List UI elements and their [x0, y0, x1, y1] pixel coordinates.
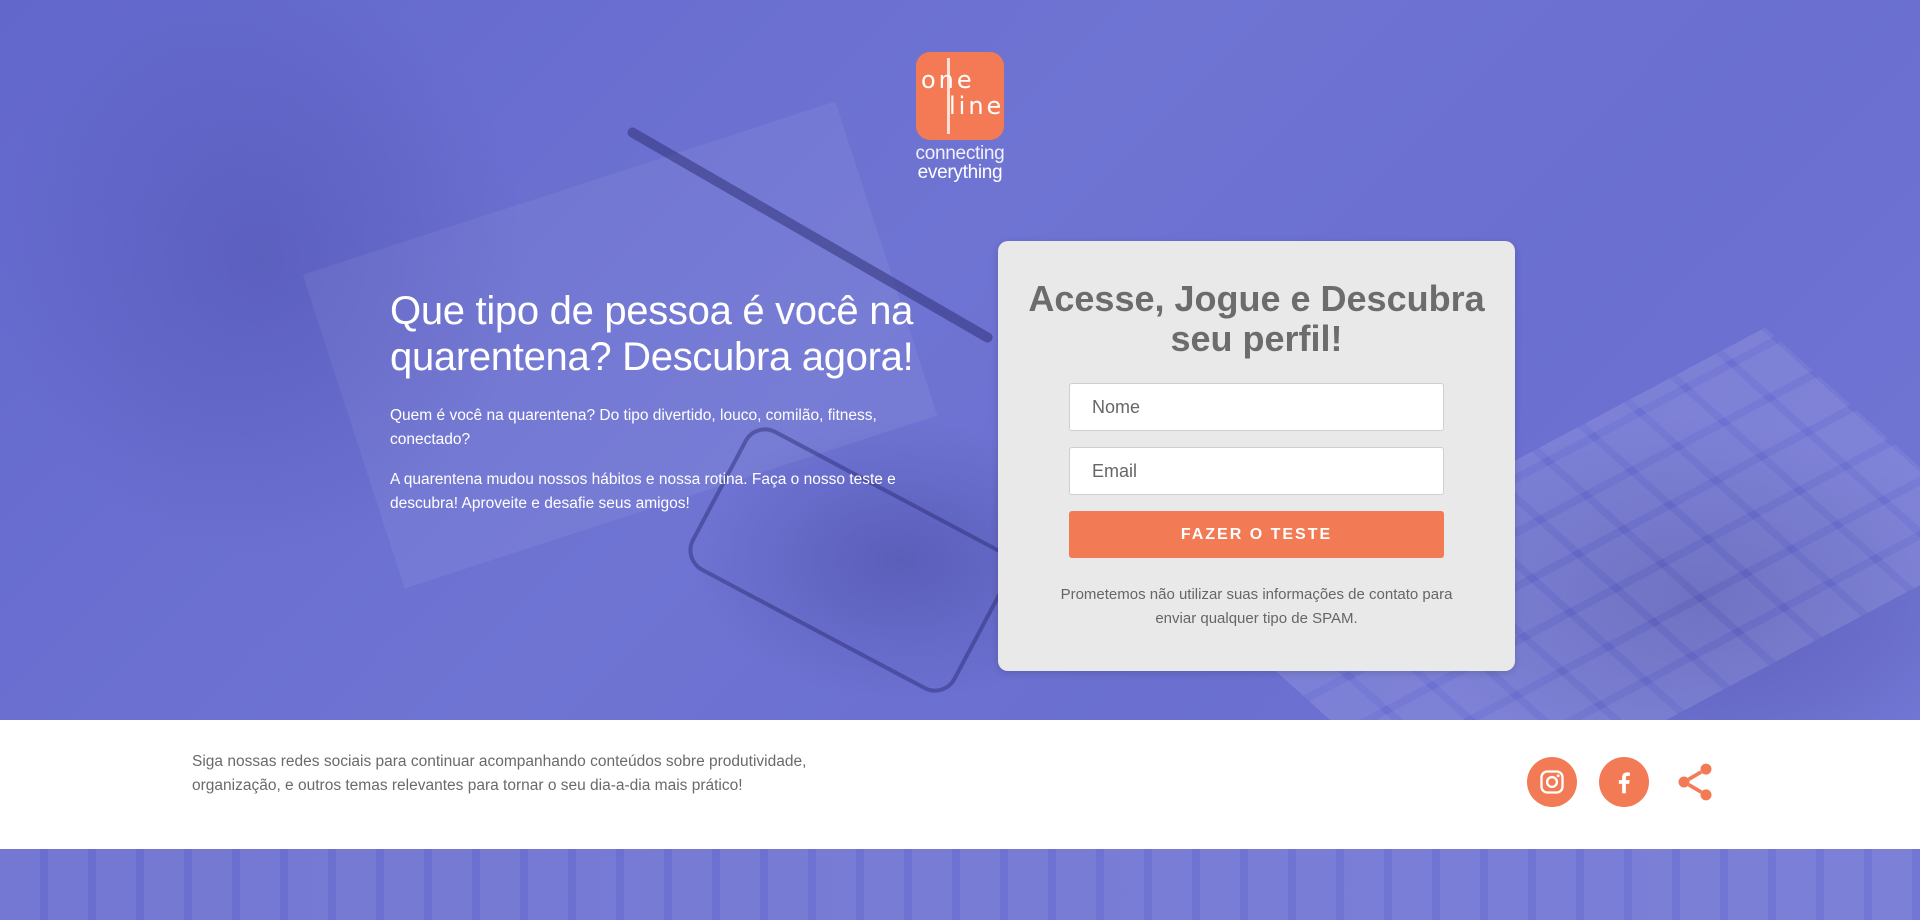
logo-word-one: one — [921, 66, 975, 94]
hero-section: one line connecting everything Que tipo … — [0, 0, 1920, 720]
logo-word-line: line — [949, 92, 1004, 120]
hero-headline: Que tipo de pessoa é você na quarentena?… — [390, 289, 914, 379]
instagram-glyph — [1540, 770, 1564, 794]
facebook-icon[interactable] — [1599, 757, 1649, 807]
hero-paragraph-1: Quem é você na quarentena? Do tipo diver… — [390, 407, 877, 448]
logo[interactable]: one line connecting everything — [910, 52, 1010, 182]
bottom-band — [0, 849, 1920, 920]
form-title: Acesse, Jogue e Descubra seu perfil! — [1028, 278, 1485, 359]
facebook-glyph — [1618, 772, 1630, 794]
signup-card: Acesse, Jogue e Descubra seu perfil! FAZ… — [998, 241, 1515, 671]
social-strip: Siga nossas redes sociais para continuar… — [0, 720, 1920, 849]
share-icon[interactable] — [1670, 757, 1720, 807]
logo-tagline-top: connecting — [915, 143, 1005, 164]
logo-tagline-bottom: everything — [917, 162, 1003, 183]
hero-paragraph-2: A quarentena mudou nossos hábitos e noss… — [390, 471, 896, 512]
email-input[interactable] — [1069, 447, 1444, 495]
share-glyph — [1678, 763, 1712, 801]
start-test-button[interactable]: FAZER O TESTE — [1069, 511, 1444, 558]
name-input[interactable] — [1069, 383, 1444, 431]
hero-copy: Que tipo de pessoa é você na quarentena?… — [390, 288, 930, 516]
social-text: Siga nossas redes sociais para continuar… — [192, 753, 807, 794]
logo-mark: one line — [916, 52, 1004, 140]
instagram-icon[interactable] — [1527, 757, 1577, 807]
privacy-disclaimer: Prometemos não utilizar suas informações… — [1060, 586, 1453, 627]
